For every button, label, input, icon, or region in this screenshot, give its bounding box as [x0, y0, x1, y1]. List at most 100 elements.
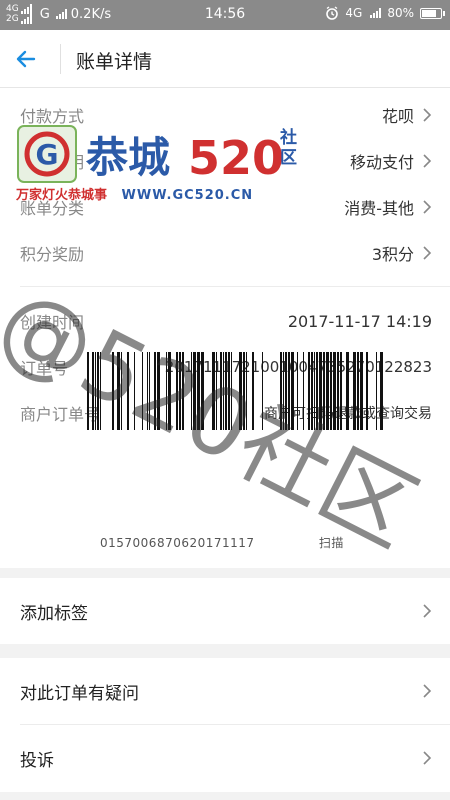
detail-label: 付款方式: [20, 107, 85, 126]
barcode-bar: [380, 352, 383, 430]
barcode-bar: [252, 352, 254, 430]
barcode-bar: [197, 352, 200, 430]
barcode-bar: [323, 352, 325, 430]
complaint-button[interactable]: 投诉: [0, 725, 450, 791]
barcode-bar: [179, 352, 181, 430]
barcode-bar: [168, 352, 171, 430]
detail-value: 3积分: [371, 245, 414, 264]
barcode-bar: [142, 352, 143, 430]
barcode-bar: [147, 352, 148, 430]
barcode-bar: [223, 352, 224, 430]
barcode-bar: [231, 352, 232, 430]
order-label: 创建时间: [20, 313, 85, 332]
detail-value: 消费-其他: [344, 199, 414, 218]
barcode-bar: [220, 352, 222, 430]
signal-icon: [370, 8, 382, 18]
barcode-bar: [353, 352, 356, 430]
tag-section: 添加标签: [0, 578, 450, 644]
barcode-bar: [191, 352, 192, 430]
barcode-digits: 0157006870620171117: [100, 536, 255, 550]
barcode-bar: [149, 352, 150, 430]
barcode-bar: [280, 352, 282, 430]
detail-value-wrap: 3积分: [372, 241, 432, 265]
barcode-bar: [92, 352, 94, 430]
chevron-right-icon: [423, 751, 432, 765]
back-button[interactable]: [14, 44, 48, 74]
detail-label: 商品说明: [20, 153, 85, 172]
barcode-bar: [337, 352, 339, 430]
barcode-bar: [308, 352, 310, 430]
section-divider: [20, 286, 450, 287]
page-title: 账单详情: [76, 51, 153, 73]
bill-detail-card: 付款方式 花呗 商品说明 移动支付 账单分类 消费-其他 积分奖励 3积分 创建…: [0, 88, 450, 568]
order-label: 订单号: [20, 359, 69, 378]
status-right: 4G 80%: [325, 6, 445, 20]
chevron-right-icon: [423, 604, 432, 618]
barcode-bar: [376, 352, 377, 430]
barcode-bar: [297, 352, 298, 430]
barcode-bar: [212, 352, 215, 430]
barcode-image: [87, 352, 383, 430]
detail-value-wrap: 消费-其他: [344, 195, 432, 219]
merchant-barcode[interactable]: [85, 352, 385, 430]
barcode-bar: [243, 352, 245, 430]
barcode-bar: [283, 352, 284, 430]
barcode-bar: [346, 352, 349, 430]
barcode-bar: [216, 352, 217, 430]
barcode-bar: [154, 352, 156, 430]
barcode-bar: [357, 352, 359, 430]
watermark-url: WWW.GC520.CN: [121, 188, 254, 203]
app-header: 账单详情: [0, 30, 450, 88]
barcode-bar: [330, 352, 332, 430]
barcode-bar: [262, 352, 263, 430]
barcode-bar: [100, 352, 101, 430]
barcode-bar: [176, 352, 178, 430]
help-section: 对此订单有疑问 投诉: [0, 658, 450, 792]
chevron-right-icon: [423, 154, 432, 168]
chevron-right-icon: [423, 684, 432, 698]
barcode-bar: [87, 352, 89, 430]
complaint-label: 投诉: [20, 750, 54, 771]
barcode-bar: [97, 352, 99, 430]
watermark-community: 社区: [280, 128, 297, 168]
barcode-bar: [360, 352, 363, 430]
detail-value-wrap: 花呗: [382, 103, 432, 127]
barcode-bar: [225, 352, 227, 430]
detail-value: 花呗: [381, 107, 414, 126]
detail-row-points-reward[interactable]: 积分奖励 3积分: [0, 230, 450, 276]
barcode-bar: [201, 352, 204, 430]
chevron-right-icon: [423, 200, 432, 214]
barcode-bar: [112, 352, 114, 430]
right-net-type: 4G: [345, 6, 363, 20]
detail-row-payment-method[interactable]: 付款方式 花呗: [0, 92, 450, 138]
barcode-bar: [166, 352, 167, 430]
detail-value-wrap: 移动支付: [350, 149, 432, 173]
add-tag-button[interactable]: 添加标签: [0, 578, 450, 644]
order-row-created-time: 创建时间 2017-11-17 14:19: [0, 298, 450, 344]
barcode-bar: [316, 352, 318, 430]
barcode-bar: [121, 352, 122, 430]
status-bar: 4G 2G G 0.2K/s 14:56 4G 80%: [0, 0, 450, 30]
barcode-bar: [291, 352, 294, 430]
detail-value: 移动支付: [349, 153, 414, 172]
order-question-button[interactable]: 对此订单有疑问: [0, 658, 450, 724]
barcode-bar: [193, 352, 196, 430]
barcode-number: 0157006870620171117 扫描: [100, 534, 344, 551]
alarm-icon: [326, 6, 339, 20]
barcode-bar: [326, 352, 329, 430]
add-tag-label: 添加标签: [20, 603, 88, 624]
barcode-bar: [285, 352, 287, 430]
arrow-left-icon: [16, 50, 36, 68]
barcode-bar: [314, 352, 315, 430]
barcode-bar: [333, 352, 336, 430]
barcode-bar: [303, 352, 304, 430]
barcode-bar: [182, 352, 184, 430]
barcode-bar: [340, 352, 342, 430]
chevron-right-icon: [423, 108, 432, 122]
chevron-right-icon: [423, 246, 432, 260]
barcode-bar: [134, 352, 135, 430]
barcode-bar: [127, 352, 129, 430]
barcode-bar: [319, 352, 322, 430]
watermark-url-line: 万家灯火恭城事 WWW.GC520.CN: [16, 184, 253, 203]
detail-row-product-desc[interactable]: 商品说明 移动支付: [0, 138, 450, 184]
